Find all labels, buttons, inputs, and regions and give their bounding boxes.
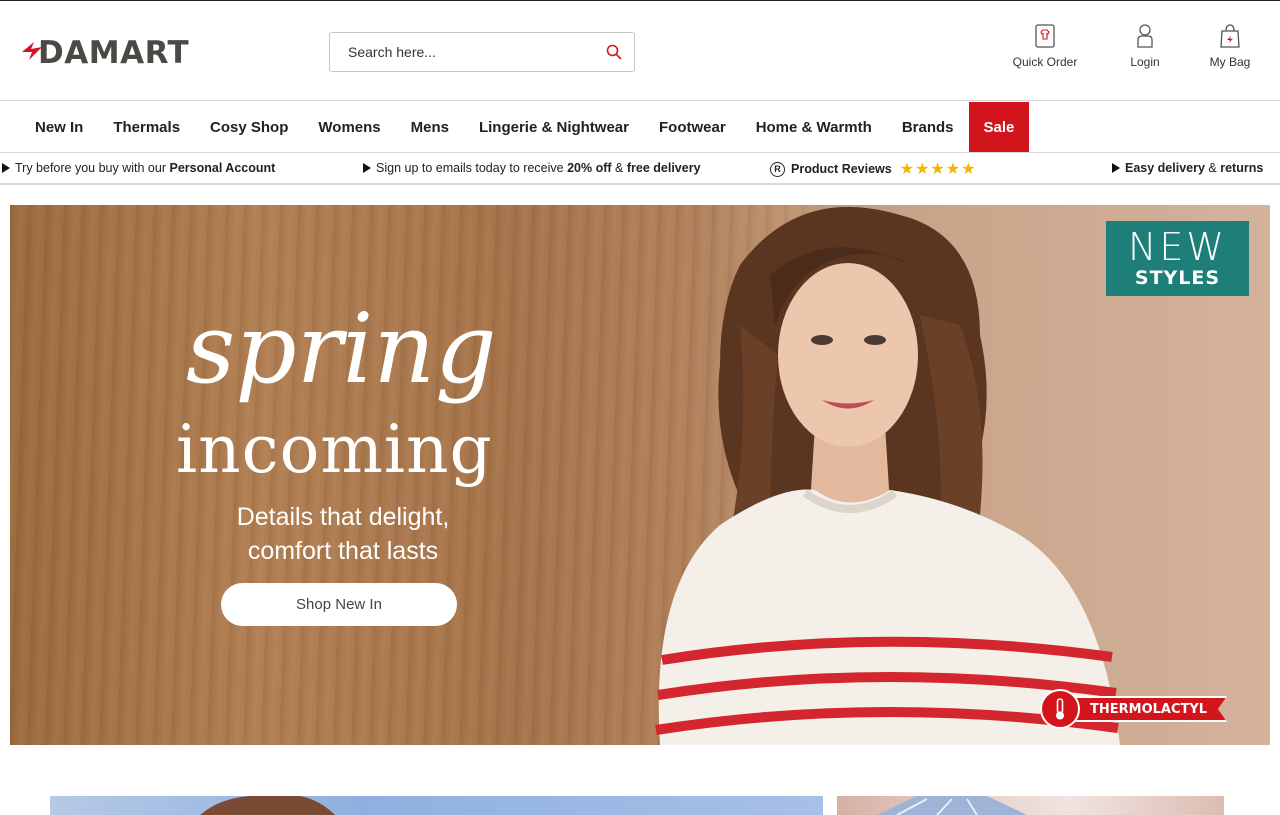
login-button[interactable]: Login xyxy=(1105,21,1185,69)
quick-order-button[interactable]: Quick Order xyxy=(1005,21,1085,69)
quick-order-label: Quick Order xyxy=(1012,55,1078,69)
usp-signup-discount: 20% off xyxy=(567,161,612,175)
hero-subtitle-line1: Details that delight, xyxy=(236,503,450,531)
badge-new-text: NEW xyxy=(1127,225,1227,269)
nav-item-new-in[interactable]: New In xyxy=(20,102,98,152)
my-bag-button[interactable]: My Bag xyxy=(1190,21,1270,69)
nav-item-mens[interactable]: Mens xyxy=(396,102,464,152)
thermolactyl-badge: THERMOLACTYL xyxy=(1040,689,1228,729)
usp-try-text: Try before you buy with our xyxy=(15,161,166,175)
shop-new-in-button[interactable]: Shop New In xyxy=(221,583,457,626)
login-label: Login xyxy=(1130,55,1160,69)
site-header: DAMART Quick Order Login xyxy=(0,0,1280,101)
usp-signup-delivery: free delivery xyxy=(626,161,701,175)
reviews-logo-icon: R xyxy=(770,161,785,177)
thermometer-icon xyxy=(1040,689,1080,729)
nav-item-brands[interactable]: Brands xyxy=(887,102,969,152)
thermolactyl-label: THERMOLACTYL xyxy=(1072,696,1228,722)
hero-subtitle-line2: comfort that lasts xyxy=(247,536,439,565)
play-arrow-icon xyxy=(363,163,371,173)
promo-tile-left[interactable] xyxy=(50,796,823,815)
nav-item-lingerie-nightwear[interactable]: Lingerie & Nightwear xyxy=(464,102,644,152)
promo-tile-right-image xyxy=(877,796,1027,815)
model-photo xyxy=(655,206,1120,745)
hero-subtitle: Details that delight, comfort that lasts xyxy=(208,501,478,569)
nav-item-cosy-shop[interactable]: Cosy Shop xyxy=(195,102,303,152)
my-bag-label: My Bag xyxy=(1209,55,1251,69)
hero-title-incoming: incoming xyxy=(176,411,493,488)
usp-delivery-returns[interactable]: Easy delivery & returns xyxy=(1112,161,1263,175)
damart-logo[interactable]: DAMART xyxy=(20,35,192,71)
badge-styles-text: STYLES xyxy=(1134,267,1221,289)
usp-signup-amp: & xyxy=(615,161,624,175)
search-box xyxy=(329,32,635,72)
hero-banner[interactable]: spring incoming Details that delight, co… xyxy=(10,205,1270,745)
nav-item-thermals[interactable]: Thermals xyxy=(98,102,195,152)
play-arrow-icon xyxy=(1112,163,1120,173)
main-nav: New In Thermals Cosy Shop Womens Mens Li… xyxy=(0,102,1280,153)
new-styles-badge: NEW STYLES xyxy=(1106,221,1249,296)
usp-delivery-amp: & xyxy=(1208,161,1217,175)
play-arrow-icon xyxy=(2,163,10,173)
user-icon xyxy=(1137,24,1153,48)
nav-item-home-warmth[interactable]: Home & Warmth xyxy=(741,102,887,152)
nav-item-footwear[interactable]: Footwear xyxy=(644,102,741,152)
rating-stars-icon: ★★★★★ xyxy=(899,161,977,178)
nav-item-sale[interactable]: Sale xyxy=(968,102,1030,152)
usp-delivery-bold: Easy delivery xyxy=(1125,161,1205,175)
bag-icon xyxy=(1220,24,1240,48)
promo-tile-right[interactable] xyxy=(837,796,1224,815)
usp-product-reviews[interactable]: R Product Reviews ★★★★★ xyxy=(770,159,976,179)
usp-email-signup[interactable]: Sign up to emails today to receive 20% o… xyxy=(363,161,701,175)
usp-returns-bold: returns xyxy=(1220,161,1264,175)
search-input[interactable] xyxy=(348,42,588,62)
nav-item-womens[interactable]: Womens xyxy=(303,102,395,152)
hero-title-spring: spring xyxy=(186,293,497,405)
usp-reviews-label: Product Reviews xyxy=(791,162,892,176)
logo-text: DAMART xyxy=(38,35,190,71)
usp-signup-text: Sign up to emails today to receive xyxy=(376,161,564,175)
search-icon[interactable] xyxy=(606,44,622,60)
quick-order-icon xyxy=(1035,24,1055,48)
promo-tile-left-image xyxy=(200,796,335,815)
usp-personal-account[interactable]: Try before you buy with our Personal Acc… xyxy=(2,161,275,175)
usp-try-bold: Personal Account xyxy=(169,161,276,175)
usp-bar: Try before you buy with our Personal Acc… xyxy=(0,154,1280,185)
